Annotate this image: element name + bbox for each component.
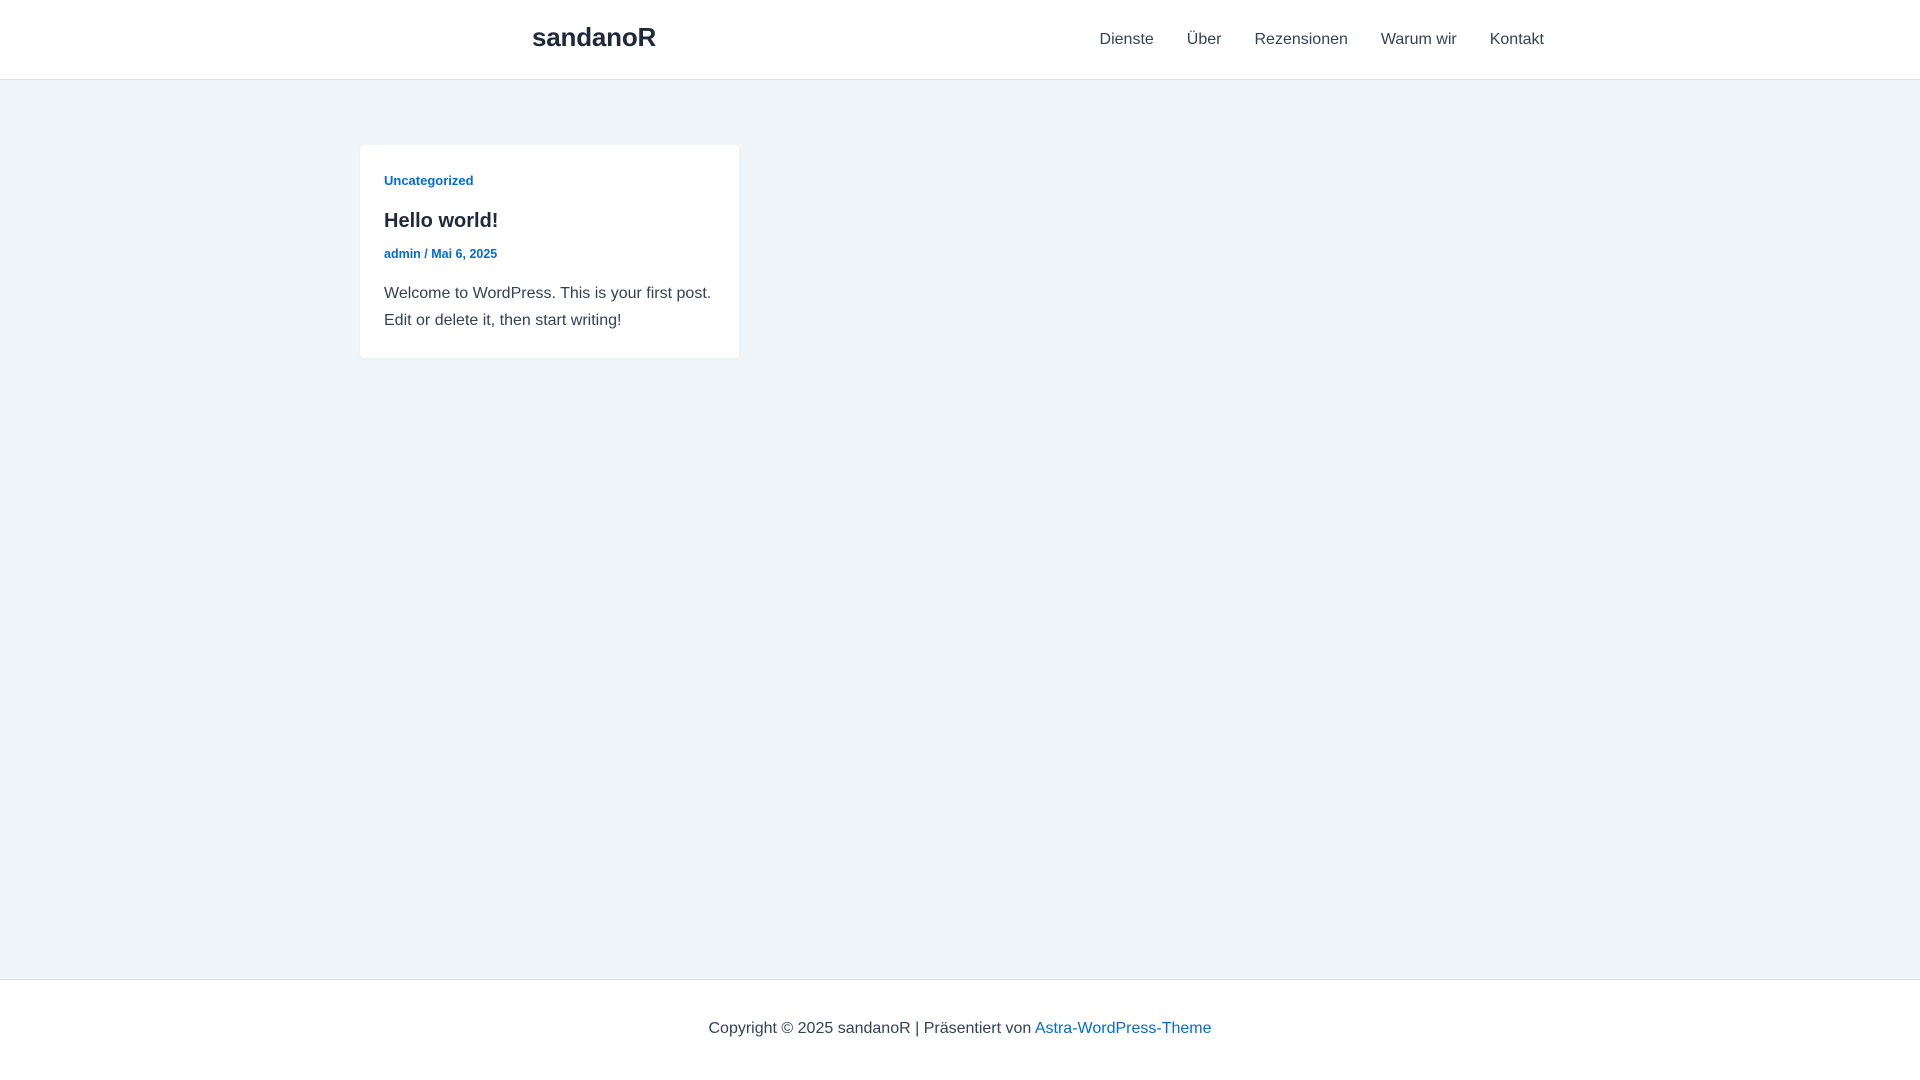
nav-item-warum-wir[interactable]: Warum wir — [1364, 0, 1473, 79]
post-meta: admin / Mai 6, 2025 — [384, 247, 497, 261]
post-category-link[interactable]: Uncategorized — [384, 173, 474, 188]
main-navigation: Dienste Über Rezensionen Warum wir Konta… — [1083, 0, 1544, 79]
site-footer: Copyright © 2025 sandanoR | Präsentiert … — [0, 979, 1920, 1080]
nav-item-dienste[interactable]: Dienste — [1083, 0, 1170, 79]
post-date-link[interactable]: Mai 6, 2025 — [431, 247, 497, 261]
post-excerpt: Welcome to WordPress. This is your first… — [384, 285, 712, 329]
site-title-link[interactable]: sandanoR — [532, 22, 656, 53]
site-header: sandanoR Dienste Über Rezensionen Warum … — [0, 0, 1920, 80]
nav-item-rezensionen[interactable]: Rezensionen — [1238, 0, 1364, 79]
post-card: Uncategorized Hello world! admin / Mai 6… — [360, 145, 739, 358]
post-author-link[interactable]: admin — [384, 247, 421, 261]
nav-item-kontakt[interactable]: Kontakt — [1473, 0, 1544, 79]
nav-item-ueber[interactable]: Über — [1170, 0, 1238, 79]
content-area: Uncategorized Hello world! admin / Mai 6… — [0, 80, 1920, 978]
post-meta-separator: / — [420, 247, 432, 261]
post-title-link[interactable]: Hello world! — [384, 210, 498, 233]
footer-copyright: Copyright © 2025 sandanoR | Präsentiert … — [0, 1020, 1920, 1038]
copyright-text: Copyright © 2025 sandanoR | Präsentiert … — [708, 1020, 1035, 1037]
astra-theme-link[interactable]: Astra-WordPress-Theme — [1035, 1020, 1212, 1037]
